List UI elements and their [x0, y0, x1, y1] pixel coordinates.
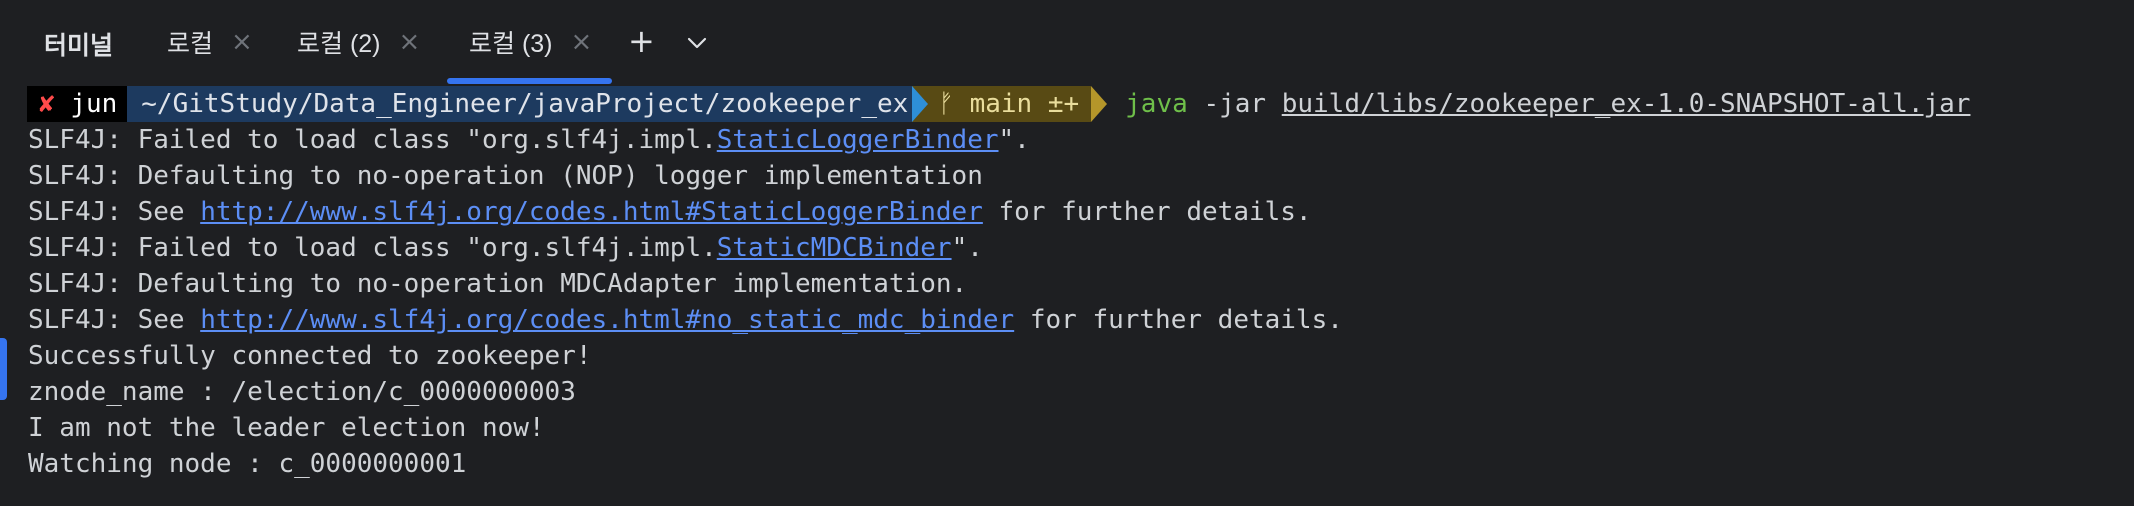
- tab-local-1[interactable]: 로컬 ×: [167, 0, 253, 84]
- output-line: SLF4J: Defaulting to no-operation (NOP) …: [28, 161, 983, 191]
- output-text: SLF4J: See: [28, 305, 201, 335]
- prompt-status-segment: ✘ jun: [27, 86, 128, 122]
- class-link[interactable]: StaticLoggerBinder: [717, 125, 999, 155]
- prompt-directory: ~/GitStudy/Data_Engineer/javaProject/zoo…: [127, 86, 913, 122]
- command-flag: -jar: [1203, 89, 1267, 119]
- tab-local-3[interactable]: 로컬 (3) ×: [447, 0, 613, 84]
- close-icon[interactable]: ×: [231, 27, 253, 57]
- prompt-user: jun: [70, 89, 118, 119]
- command-line[interactable]: java -jar build/libs/zookeeper_ex-1.0-SN…: [1107, 86, 1970, 122]
- tab-dropdown-chevron-icon[interactable]: [686, 24, 708, 62]
- output-text: SLF4J: Failed to load class "org.slf4j.i…: [28, 125, 717, 155]
- active-tab-indicator: [447, 78, 613, 84]
- output-text: SLF4J: See: [28, 197, 201, 227]
- output-line: znode_name : /election/c_0000000003: [28, 377, 576, 407]
- command-jar-path[interactable]: build/libs/zookeeper_ex-1.0-SNAPSHOT-all…: [1282, 89, 1971, 119]
- output-text: ".: [951, 233, 983, 263]
- output-line: SLF4J: See http://www.slf4j.org/codes.ht…: [28, 194, 2134, 230]
- output-line: SLF4J: Defaulting to no-operation MDCAda…: [28, 269, 968, 299]
- prompt-git-segment: ᚠ main ±+: [928, 86, 1092, 122]
- output-line: Watching node : c_0000000001: [28, 449, 467, 479]
- terminal-tab-bar: 터미널 로컬 × 로컬 (2) × 로컬 (3) × +: [24, 0, 2134, 84]
- output-line: Successfully connected to zookeeper!: [28, 341, 592, 371]
- shell-prompt: ✘ jun ~/GitStudy/Data_Engineer/javaProjec…: [27, 86, 2134, 122]
- command-name: java: [1125, 89, 1188, 119]
- output-line: SLF4J: Failed to load class "org.slf4j.i…: [28, 122, 2134, 158]
- output-text: for further details.: [1014, 305, 1343, 335]
- terminal-output[interactable]: ✘ jun ~/GitStudy/Data_Engineer/javaProjec…: [27, 86, 2134, 482]
- close-icon[interactable]: ×: [399, 27, 421, 57]
- git-branch-icon: ᚠ: [938, 89, 954, 119]
- tab-local-2[interactable]: 로컬 (2) ×: [297, 0, 420, 84]
- output-text: SLF4J: Failed to load class "org.slf4j.i…: [28, 233, 717, 263]
- tab-label: 로컬 (2): [297, 30, 381, 58]
- output-text: for further details.: [982, 197, 1312, 227]
- close-icon[interactable]: ×: [571, 27, 593, 57]
- chevron-down-icon: [687, 37, 707, 49]
- side-focus-marker: [0, 338, 7, 400]
- git-status: ±+: [1047, 89, 1080, 119]
- class-link[interactable]: StaticMDCBinder: [717, 233, 952, 263]
- powerline-separator-icon: [1091, 86, 1108, 122]
- panel-title: 터미널: [44, 32, 114, 60]
- output-text: ".: [998, 125, 1030, 155]
- url-link[interactable]: http://www.slf4j.org/codes.html#StaticLo…: [200, 197, 983, 227]
- tab-label: 로컬 (3): [469, 30, 553, 58]
- output-line: SLF4J: See http://www.slf4j.org/codes.ht…: [28, 302, 2134, 338]
- tab-label: 로컬: [167, 30, 214, 58]
- output-line: SLF4J: Failed to load class "org.slf4j.i…: [28, 230, 2134, 266]
- url-link[interactable]: http://www.slf4j.org/codes.html#no_stati…: [200, 305, 1014, 335]
- error-status-icon: ✘: [39, 89, 55, 119]
- powerline-separator-icon: [912, 86, 929, 122]
- output-line: I am not the leader election now!: [28, 413, 545, 443]
- new-tab-plus-icon[interactable]: +: [628, 22, 655, 60]
- git-branch-name: main: [969, 89, 1033, 119]
